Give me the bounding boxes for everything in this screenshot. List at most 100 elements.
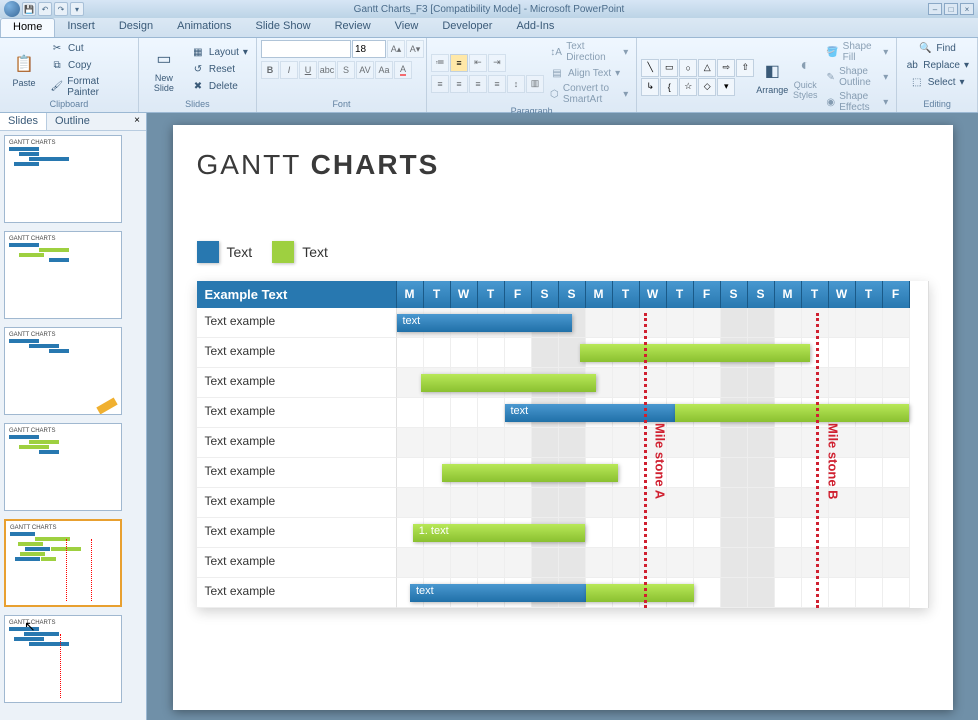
save-button[interactable]: 💾 — [22, 2, 36, 16]
redo-button[interactable]: ↷ — [54, 2, 68, 16]
qat-more-button[interactable]: ▾ — [70, 2, 84, 16]
slide-thumb[interactable]: GANTT CHARTS — [4, 615, 122, 703]
underline-button[interactable]: U — [299, 61, 317, 79]
shape-up-icon[interactable]: ⇧ — [736, 59, 754, 77]
font-color-button[interactable]: A — [394, 61, 412, 79]
legend[interactable]: TextText — [197, 241, 929, 263]
gantt-bar[interactable]: text — [410, 584, 586, 602]
replace-button[interactable]: abReplace ▾ — [901, 57, 973, 73]
font-family-combo[interactable] — [261, 40, 351, 58]
tab-slideshow[interactable]: Slide Show — [244, 18, 323, 37]
gantt-bar[interactable] — [580, 344, 810, 362]
select-button[interactable]: ⬚Select ▾ — [906, 74, 969, 90]
milestone-line[interactable]: Mile stone A — [644, 313, 647, 608]
slide-canvas[interactable]: GANTT CHARTS TextText Example TextMTWTFS… — [147, 113, 978, 720]
slide-thumb[interactable]: GANTT CHARTS — [4, 327, 122, 415]
tab-view[interactable]: View — [383, 18, 431, 37]
panel-tab-outline[interactable]: Outline — [47, 113, 98, 130]
text-direction-button[interactable]: ↕AText Direction ▾ — [546, 40, 632, 64]
milestone-line[interactable]: Mile stone B — [816, 313, 819, 608]
delete-button[interactable]: ✖Delete — [187, 79, 252, 95]
gantt-cell — [883, 368, 910, 398]
shape-curly-icon[interactable]: { — [660, 78, 678, 96]
slide[interactable]: GANTT CHARTS TextText Example TextMTWTFS… — [173, 125, 953, 710]
bullets-button[interactable]: ≔ — [431, 54, 449, 72]
inc-indent-button[interactable]: ⇥ — [488, 54, 506, 72]
strike-button[interactable]: abc — [318, 61, 336, 79]
shrink-font-button[interactable]: A▾ — [406, 40, 424, 58]
align-center-button[interactable]: ≡ — [450, 75, 468, 93]
shape-line-icon[interactable]: ╲ — [641, 59, 659, 77]
case-button[interactable]: Aa — [375, 61, 393, 79]
italic-button[interactable]: I — [280, 61, 298, 79]
justify-button[interactable]: ≡ — [488, 75, 506, 93]
slide-thumb[interactable]: GANTT CHARTS — [4, 231, 122, 319]
tab-animations[interactable]: Animations — [165, 18, 243, 37]
gantt-cell — [802, 518, 829, 548]
slide-thumb[interactable]: GANTT CHARTS — [4, 423, 122, 511]
arrange-button[interactable]: ◧ Arrange — [756, 48, 788, 106]
tab-developer[interactable]: Developer — [430, 18, 504, 37]
slide-thumb[interactable]: GANTT CHARTS — [4, 135, 122, 223]
shape-more-icon[interactable]: ▾ — [717, 78, 735, 96]
gantt-bar[interactable] — [442, 464, 618, 482]
grow-font-button[interactable]: A▴ — [387, 40, 405, 58]
shape-fill-button[interactable]: 🪣Shape Fill ▾ — [822, 40, 892, 64]
gantt-bar[interactable]: text — [505, 404, 675, 422]
font-size-combo[interactable] — [352, 40, 386, 58]
gantt-cell — [775, 488, 802, 518]
panel-close-icon[interactable]: × — [128, 113, 146, 130]
shape-rect-icon[interactable]: ▭ — [660, 59, 678, 77]
tab-home[interactable]: Home — [0, 18, 55, 37]
gantt-bar[interactable] — [421, 374, 597, 392]
slide-thumb-selected[interactable]: GANTT CHARTS — [4, 519, 122, 607]
minimize-button[interactable]: – — [928, 3, 942, 15]
shadow-button[interactable]: S — [337, 61, 355, 79]
slide-thumbnails[interactable]: GANTT CHARTS GANTT CHARTS GANTT CHARTS G… — [0, 131, 146, 720]
shape-outline-button[interactable]: ✎Shape Outline ▾ — [822, 65, 892, 89]
shape-arrow-icon[interactable]: ⇨ — [717, 59, 735, 77]
align-right-button[interactable]: ≡ — [469, 75, 487, 93]
copy-button[interactable]: ⧉Copy — [46, 58, 134, 74]
shape-effects-button[interactable]: ◉Shape Effects ▾ — [822, 90, 892, 114]
columns-button[interactable]: ▥ — [526, 75, 544, 93]
gantt-bar[interactable] — [675, 404, 910, 422]
maximize-button[interactable]: □ — [944, 3, 958, 15]
undo-button[interactable]: ↶ — [38, 2, 52, 16]
line-spacing-button[interactable]: ↕ — [507, 75, 525, 93]
shape-oval-icon[interactable]: ○ — [679, 59, 697, 77]
tab-design[interactable]: Design — [107, 18, 165, 37]
spacing-button[interactable]: AV — [356, 61, 374, 79]
tab-review[interactable]: Review — [323, 18, 383, 37]
gantt-bar[interactable] — [586, 584, 694, 602]
panel-tab-slides[interactable]: Slides — [0, 113, 47, 130]
gantt-chart[interactable]: Example TextMTWTFSSMTWTFSSMTWTFText exam… — [197, 281, 929, 608]
align-left-button[interactable]: ≡ — [431, 75, 449, 93]
slide-title[interactable]: GANTT CHARTS — [197, 149, 929, 181]
gantt-cell — [775, 458, 802, 488]
bold-button[interactable]: B — [261, 61, 279, 79]
format-painter-button[interactable]: 🖌Format Painter — [46, 75, 134, 99]
shape-callout-icon[interactable]: ◇ — [698, 78, 716, 96]
tab-insert[interactable]: Insert — [55, 18, 107, 37]
close-button[interactable]: × — [960, 3, 974, 15]
office-button[interactable] — [4, 1, 20, 17]
smartart-button[interactable]: ⬡Convert to SmartArt ▾ — [546, 82, 632, 106]
gantt-cell — [802, 578, 829, 608]
paste-button[interactable]: 📋 Paste — [4, 41, 44, 99]
tab-addins[interactable]: Add-Ins — [504, 18, 566, 37]
dec-indent-button[interactable]: ⇤ — [469, 54, 487, 72]
gantt-bar[interactable]: 1. text — [413, 524, 586, 542]
shape-star-icon[interactable]: ☆ — [679, 78, 697, 96]
shape-elbow-icon[interactable]: ↳ — [641, 78, 659, 96]
find-button[interactable]: 🔍Find — [914, 40, 959, 56]
shape-triangle-icon[interactable]: △ — [698, 59, 716, 77]
numbering-button[interactable]: ≡ — [450, 54, 468, 72]
layout-button[interactable]: ▦Layout ▾ — [187, 45, 252, 61]
quick-styles-button[interactable]: ◐ Quick Styles — [790, 48, 820, 106]
new-slide-button[interactable]: ▭ New Slide — [143, 41, 185, 99]
gantt-bar[interactable]: text — [397, 314, 573, 332]
cut-button[interactable]: ✂Cut — [46, 41, 134, 57]
reset-button[interactable]: ↺Reset — [187, 62, 252, 78]
align-text-button[interactable]: ▤Align Text ▾ — [546, 65, 632, 81]
